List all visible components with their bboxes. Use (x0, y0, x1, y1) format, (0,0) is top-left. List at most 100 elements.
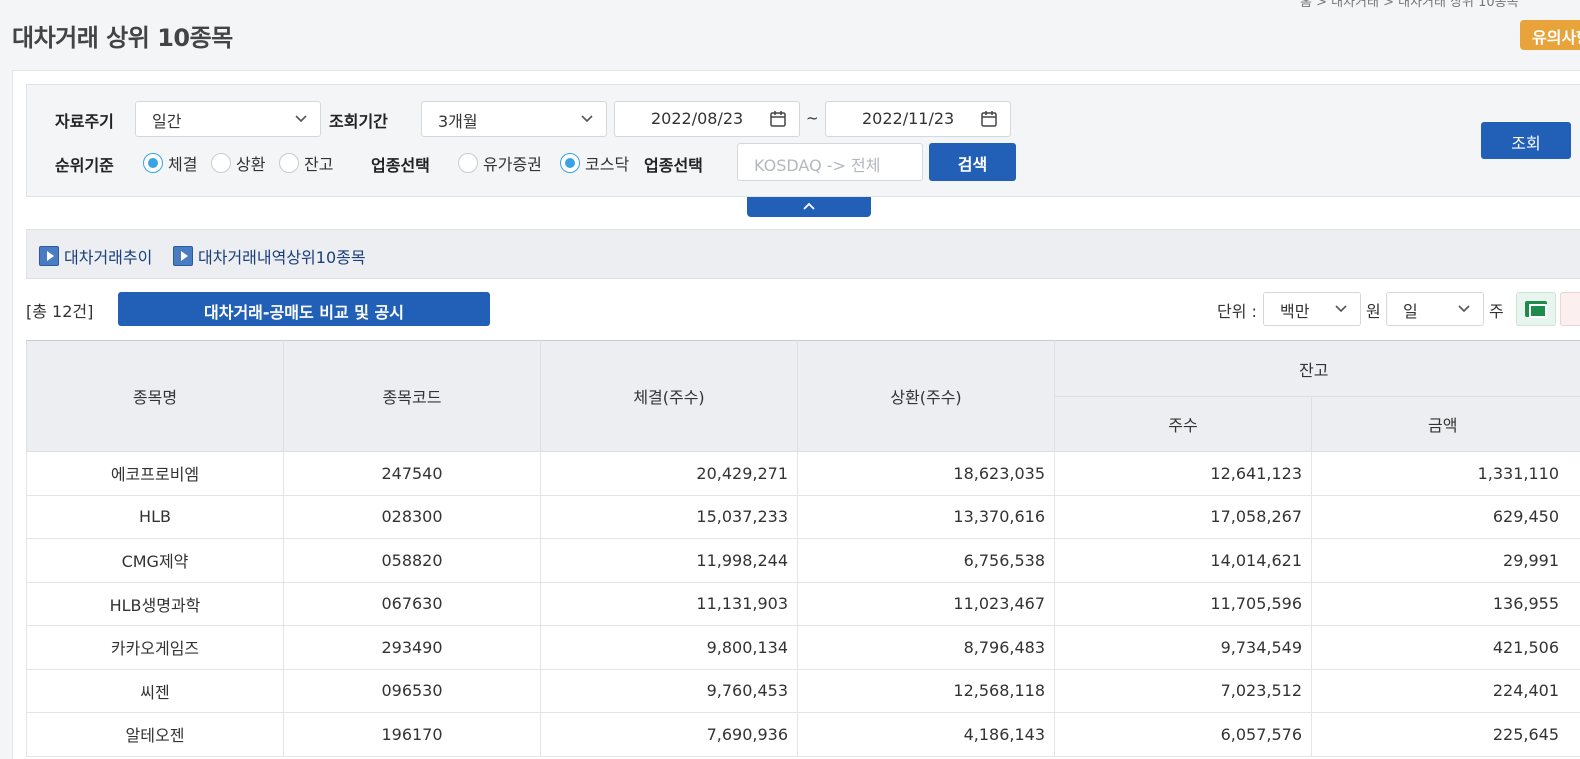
cell-balance-qty: 14,014,621 (1054, 538, 1312, 583)
chevron-down-icon (1458, 305, 1470, 313)
rank-radio-repaid[interactable]: 상환 (211, 152, 265, 174)
cell-name[interactable]: 카카오게임즈 (26, 625, 284, 670)
radio-unchecked-icon (211, 153, 231, 173)
period-type-select[interactable]: 일간 (135, 101, 321, 137)
notice-button[interactable]: 유의사항 (1520, 20, 1580, 50)
collapse-filter-button[interactable] (747, 197, 871, 217)
cell-balance-amt: 224,401 (1310, 668, 1580, 713)
cell-executed: 11,998,244 (540, 538, 798, 583)
play-icon (173, 246, 193, 266)
cell-balance-qty: 6,057,576 (1054, 712, 1312, 757)
rank-option-label: 잔고 (304, 155, 334, 174)
table-row[interactable]: CMG제약 058820 11,998,244 6,756,538 14,014,621… (26, 538, 1580, 583)
header-code[interactable]: 종목코드 (283, 340, 541, 452)
cell-executed: 20,429,271 (540, 451, 798, 496)
sector-label-2: 업종선택 (644, 156, 703, 175)
cell-balance-amt: 629,450 (1310, 494, 1580, 539)
compare-button[interactable]: 대차거래-공매도 비교 및 공시 (118, 292, 490, 326)
cell-repaid: 6,756,538 (797, 538, 1055, 583)
date-to-value: 2022/11/23 (862, 109, 955, 128)
period-type-label: 자료주기 (55, 112, 114, 131)
link-lending-trend[interactable]: 대차거래추이 (39, 244, 152, 268)
query-button[interactable]: 조회 (1481, 122, 1571, 159)
market-option-label: 유가증권 (483, 155, 542, 174)
range-label: 조회기간 (329, 112, 388, 131)
radio-unchecked-icon (279, 153, 299, 173)
date-separator: ~ (806, 109, 819, 127)
amount-unit-value: 백만 (1280, 302, 1310, 321)
market-radio-kospi[interactable]: 유가증권 (458, 152, 542, 174)
link-lending-top10[interactable]: 대차거래내역상위10종목 (173, 244, 366, 268)
cell-name[interactable]: 에코프로비엠 (26, 451, 284, 496)
header-balance-amt[interactable]: 금액 (1310, 396, 1580, 452)
date-to-input[interactable]: 2022/11/23 (825, 101, 1011, 137)
qty-unit-value: 일 (1403, 302, 1418, 321)
cell-name[interactable]: 알테오젠 (26, 712, 284, 757)
cell-balance-qty: 11,705,596 (1054, 581, 1312, 626)
total-count: [총 12건] (26, 302, 94, 321)
table-row[interactable]: 씨젠 096530 9,760,453 12,568,118 7,023,512 224,… (26, 668, 1580, 713)
radio-checked-icon (143, 153, 163, 173)
rank-radio-balance[interactable]: 잔고 (279, 152, 333, 174)
market-radio-kosdaq[interactable]: 코스닥 (560, 152, 629, 174)
cell-executed: 15,037,233 (540, 494, 798, 539)
sector-label: 업종선택 (371, 156, 430, 175)
rank-radio-executed[interactable]: 체결 (143, 152, 197, 174)
range-value: 3개월 (438, 112, 478, 131)
search-button[interactable]: 검색 (929, 143, 1016, 181)
cell-repaid: 18,623,035 (797, 451, 1055, 496)
header-repaid[interactable]: 상환(주수) (797, 340, 1055, 452)
header-balance: 잔고 (1053, 340, 1580, 397)
cell-name[interactable]: HLB (26, 494, 284, 539)
cell-code: 247540 (283, 451, 541, 496)
cell-repaid: 11,023,467 (797, 581, 1055, 626)
qty-unit-select[interactable]: 일 (1386, 292, 1484, 326)
cell-balance-qty: 17,058,267 (1054, 494, 1312, 539)
rank-option-label: 체결 (168, 155, 198, 174)
cell-code: 196170 (283, 712, 541, 757)
table-row[interactable]: HLB생명과학 067630 11,131,903 11,023,467 11,705,… (26, 581, 1580, 626)
cell-name[interactable]: HLB생명과학 (26, 581, 284, 626)
period-type-value: 일간 (152, 112, 182, 131)
range-select[interactable]: 3개월 (421, 101, 607, 137)
link-label: 대차거래내역상위10종목 (198, 248, 366, 267)
rank-label: 순위기준 (55, 156, 114, 175)
filter-panel: 자료주기 일간 조회기간 3개월 2022/08/23 ~ 2022/11/23… (26, 84, 1580, 197)
header-balance-qty[interactable]: 주수 (1054, 396, 1312, 452)
cell-balance-amt: 29,991 (1310, 538, 1580, 583)
calendar-icon[interactable] (980, 110, 998, 128)
cell-repaid: 12,568,118 (797, 668, 1055, 713)
date-from-value: 2022/08/23 (651, 109, 744, 128)
cell-name[interactable]: 씨젠 (26, 668, 284, 713)
cell-repaid: 8,796,483 (797, 625, 1055, 670)
cell-code: 096530 (283, 668, 541, 713)
market-option-label: 코스닥 (585, 155, 630, 174)
amount-unit-select[interactable]: 백만 (1263, 292, 1361, 326)
excel-download-button[interactable] (1516, 292, 1556, 326)
cell-repaid: 4,186,143 (797, 712, 1055, 757)
table-row[interactable]: 알테오젠 196170 7,690,936 4,186,143 6,057,576 225… (26, 712, 1580, 757)
table-row[interactable]: 에코프로비엠 247540 20,429,271 18,623,035 12,641,1… (26, 451, 1580, 496)
chevron-down-icon (295, 115, 307, 123)
header-executed[interactable]: 체결(주수) (540, 340, 798, 452)
cell-executed: 9,800,134 (540, 625, 798, 670)
cell-balance-qty: 9,734,549 (1054, 625, 1312, 670)
sector-input[interactable]: KOSDAQ -> 전체 (737, 143, 923, 181)
date-from-input[interactable]: 2022/08/23 (614, 101, 800, 137)
cell-executed: 11,131,903 (540, 581, 798, 626)
print-button[interactable] (1560, 292, 1580, 326)
chevron-down-icon (581, 115, 593, 123)
radio-unchecked-icon (458, 153, 478, 173)
cell-balance-qty: 7,023,512 (1054, 668, 1312, 713)
header-name[interactable]: 종목명 (26, 340, 284, 452)
cell-code: 293490 (283, 625, 541, 670)
table-row[interactable]: 카카오게임즈 293490 9,800,134 8,796,483 9,734,549 4… (26, 625, 1580, 670)
cell-name[interactable]: CMG제약 (26, 538, 284, 583)
link-bar: 대차거래추이 대차거래내역상위10종목 (26, 229, 1580, 279)
table-row[interactable]: HLB 028300 15,037,233 13,370,616 17,058,267 6… (26, 494, 1580, 539)
cell-code: 067630 (283, 581, 541, 626)
cell-repaid: 13,370,616 (797, 494, 1055, 539)
cell-code: 058820 (283, 538, 541, 583)
top10-table: 종목명 종목코드 체결(주수) 상환(주수) 잔고 주수 금액 에코프로비엠 24… (26, 340, 1580, 757)
calendar-icon[interactable] (769, 110, 787, 128)
